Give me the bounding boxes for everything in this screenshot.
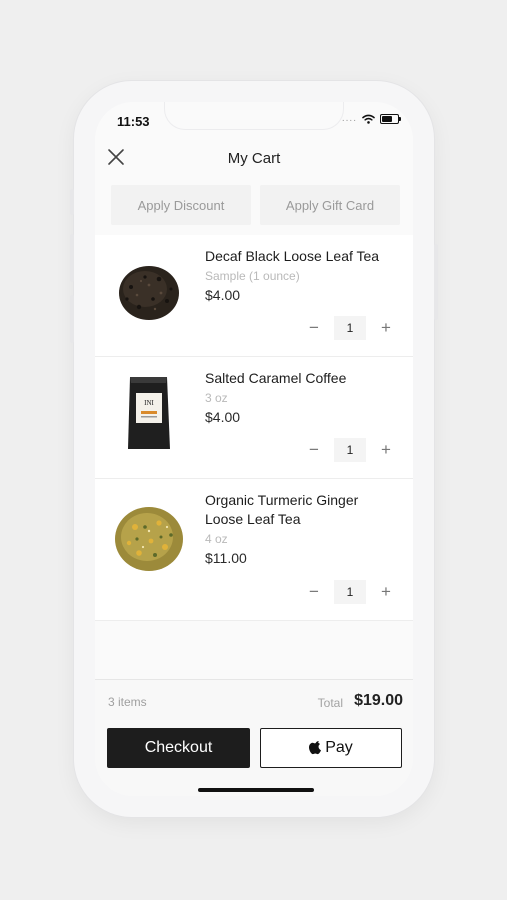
home-indicator: [198, 788, 314, 792]
signal-icon: ....: [341, 113, 357, 124]
quantity-value[interactable]: 1: [334, 438, 366, 462]
header: My Cart: [95, 142, 413, 176]
increase-quantity-button[interactable]: +: [375, 317, 397, 339]
item-info: Decaf Black Loose Leaf Tea Sample (1 oun…: [205, 247, 400, 303]
apply-discount-button[interactable]: Apply Discount: [111, 185, 251, 225]
wifi-icon: [362, 114, 375, 124]
turmeric-ginger-tea-image: [115, 507, 183, 571]
total-value: $19.00: [354, 692, 403, 709]
item-price: $4.00: [205, 287, 241, 303]
item-info: Organic Turmeric Ginger Loose Leaf Tea 4…: [205, 491, 400, 566]
increase-quantity-button[interactable]: +: [375, 581, 397, 603]
cart-summary: 3 items Total $19.00 Checkout Pay: [95, 679, 413, 796]
item-variant: 4 oz: [205, 532, 228, 546]
quantity-stepper: − 1 +: [303, 580, 397, 604]
cart-item: Decaf Black Loose Leaf Tea Sample (1 oun…: [95, 235, 413, 357]
quantity-value[interactable]: 1: [334, 580, 366, 604]
item-info: Salted Caramel Coffee 3 oz $4.00: [205, 369, 400, 425]
checkout-button[interactable]: Checkout: [107, 728, 250, 768]
quantity-value[interactable]: 1: [334, 316, 366, 340]
apply-gift-card-button[interactable]: Apply Gift Card: [260, 185, 400, 225]
decrease-quantity-button[interactable]: −: [303, 317, 325, 339]
item-name[interactable]: Organic Turmeric Ginger Loose Leaf Tea: [205, 491, 400, 529]
cart-actions: Apply Discount Apply Gift Card: [111, 185, 401, 225]
svg-text:INI: INI: [144, 399, 154, 407]
apple-logo-icon: [309, 740, 322, 754]
apple-pay-button[interactable]: Pay: [260, 728, 402, 768]
item-price: $11.00: [205, 550, 247, 566]
screen: 11:53 .... My Cart Apply Discount Apply …: [95, 102, 413, 796]
power-button: [434, 244, 438, 320]
item-variant: Sample (1 ounce): [205, 269, 300, 283]
apple-pay-label: Pay: [325, 739, 353, 756]
loose-black-tea-image: [119, 266, 179, 320]
volume-up-button: [70, 234, 74, 282]
mute-switch: [70, 189, 74, 215]
page-title: My Cart: [227, 150, 281, 167]
item-price: $4.00: [205, 409, 241, 425]
decrease-quantity-button[interactable]: −: [303, 439, 325, 461]
item-variant: 3 oz: [205, 391, 228, 405]
item-name[interactable]: Salted Caramel Coffee: [205, 369, 400, 388]
phone-frame: 11:53 .... My Cart Apply Discount Apply …: [70, 81, 438, 817]
battery-icon: [380, 114, 401, 124]
increase-quantity-button[interactable]: +: [375, 439, 397, 461]
notch: [165, 102, 343, 129]
cart-item: Organic Turmeric Ginger Loose Leaf Tea 4…: [95, 479, 413, 621]
quantity-stepper: − 1 +: [303, 438, 397, 462]
total-label: Total: [317, 696, 343, 710]
cart-items-list: Decaf Black Loose Leaf Tea Sample (1 oun…: [95, 235, 413, 621]
volume-down-button: [70, 295, 74, 343]
coffee-bag-image: INI: [128, 377, 170, 449]
status-icons: ....: [341, 113, 401, 124]
item-count: 3 items: [108, 695, 147, 709]
status-time: 11:53: [117, 114, 150, 129]
cart-item: INI Salted Caramel Coffee 3 oz $4.00 − 1…: [95, 357, 413, 479]
item-name[interactable]: Decaf Black Loose Leaf Tea: [205, 247, 400, 266]
decrease-quantity-button[interactable]: −: [303, 581, 325, 603]
quantity-stepper: − 1 +: [303, 316, 397, 340]
